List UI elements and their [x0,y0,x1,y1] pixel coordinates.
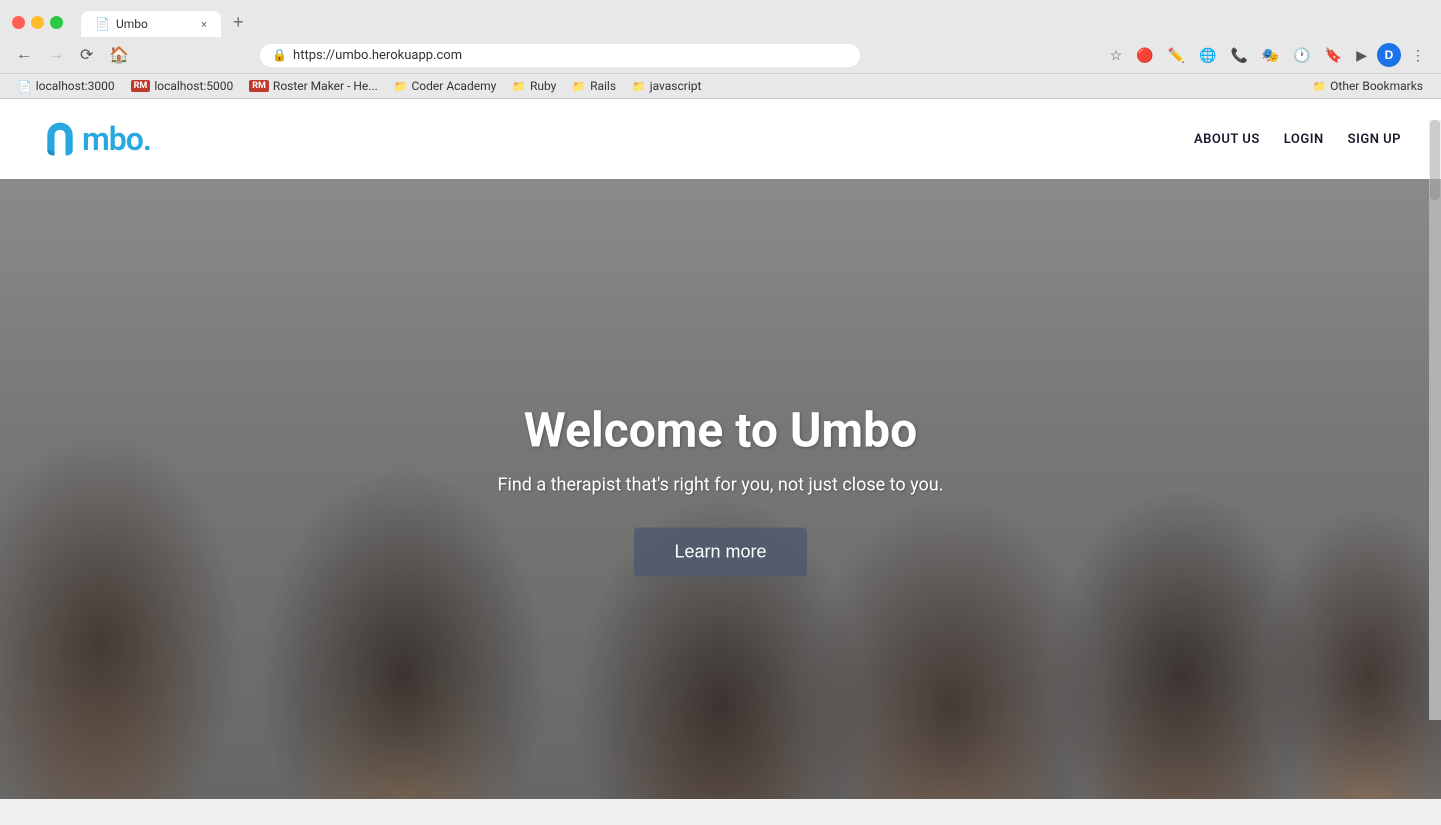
bookmark-label: javascript [650,79,702,93]
bookmark-label: Other Bookmarks [1330,79,1423,93]
folder-icon: 📁 [1312,80,1326,93]
bookmarks-bar: 📄 localhost:3000 RM localhost:5000 RM Ro… [0,73,1441,98]
profile-avatar-button[interactable]: D [1377,43,1401,67]
bookmark-label: Ruby [530,79,556,93]
folder-icon: 📁 [394,80,408,93]
bookmark-label: Roster Maker - He... [273,79,378,93]
logo-icon [40,119,80,159]
title-bar: 📄 Umbo × + [0,0,1441,37]
extension-6-button[interactable]: 🕐 [1289,45,1314,66]
bookmark-label: Coder Academy [411,79,496,93]
login-link[interactable]: LOGIN [1284,132,1324,147]
page-icon: 📄 [18,80,32,93]
extension-7-button[interactable]: 🔖 [1321,45,1346,66]
folder-icon: 📁 [572,80,586,93]
bookmark-label: Rails [590,79,616,93]
new-tab-button[interactable]: + [225,8,252,37]
hero-title: Welcome to Umbo [421,402,1021,459]
address-bar: ← → ⟳ 🏠 🔒 https://umbo.herokuapp.com ☆ 🔴… [0,37,1441,73]
minimize-window-button[interactable] [31,16,44,29]
close-window-button[interactable] [12,16,25,29]
back-button[interactable]: ← [12,44,36,66]
browser-chrome: 📄 Umbo × + ← → ⟳ 🏠 🔒 https://umbo.heroku… [0,0,1441,99]
tab-icon: 📄 [95,17,110,31]
maximize-window-button[interactable] [50,16,63,29]
tab-close-button[interactable]: × [201,18,207,31]
bookmark-label: localhost:3000 [36,79,115,93]
url-bar[interactable]: 🔒 https://umbo.herokuapp.com [260,44,860,67]
bookmark-roster-maker[interactable]: RM Roster Maker - He... [243,77,384,95]
learn-more-button[interactable]: Learn more [634,528,806,577]
site-navigation: mbo. ABOUT US LOGIN SIGN UP [0,99,1441,179]
reload-button[interactable]: ⟳ [76,43,97,67]
hero-subtitle: Find a therapist that's right for you, n… [421,475,1021,496]
forward-button[interactable]: → [44,44,68,66]
active-tab[interactable]: 📄 Umbo × [81,11,221,37]
extension-3-button[interactable]: 🌐 [1195,45,1220,66]
bookmark-ruby[interactable]: 📁 Ruby [506,77,562,95]
bookmark-other[interactable]: 📁 Other Bookmarks [1306,77,1429,95]
rm-badge: RM [249,80,269,92]
extension-1-button[interactable]: 🔴 [1132,45,1157,66]
hero-section: Welcome to Umbo Find a therapist that's … [0,179,1441,799]
browser-actions: ☆ 🔴 ✏️ 🌐 📞 🎭 🕐 🔖 ▶ D ⋮ [1106,43,1429,67]
bookmark-label: localhost:5000 [154,79,233,93]
bookmark-star-button[interactable]: ☆ [1106,45,1127,66]
tab-bar: 📄 Umbo × + [81,8,1429,37]
extension-4-button[interactable]: 📞 [1226,45,1251,66]
sign-up-link[interactable]: SIGN UP [1348,132,1401,147]
menu-button[interactable]: ⋮ [1407,45,1429,66]
window-controls [12,16,63,29]
extension-2-button[interactable]: ✏️ [1164,45,1189,66]
logo-text: mbo. [82,120,151,158]
bookmark-localhost3000[interactable]: 📄 localhost:3000 [12,77,121,95]
bookmark-coder-academy[interactable]: 📁 Coder Academy [388,77,503,95]
home-button[interactable]: 🏠 [105,43,133,67]
rm-badge: RM [131,80,151,92]
extension-5-button[interactable]: 🎭 [1258,45,1283,66]
lock-icon: 🔒 [272,48,287,62]
url-text: https://umbo.herokuapp.com [293,48,462,63]
hero-content: Welcome to Umbo Find a therapist that's … [421,402,1021,577]
folder-icon: 📁 [512,80,526,93]
tab-title: Umbo [116,17,148,31]
folder-icon: 📁 [632,80,646,93]
bookmark-localhost5000[interactable]: RM localhost:5000 [125,77,240,95]
bookmark-javascript[interactable]: 📁 javascript [626,77,707,95]
nav-links: ABOUT US LOGIN SIGN UP [1194,132,1401,147]
site-logo[interactable]: mbo. [40,119,151,159]
website-content: mbo. ABOUT US LOGIN SIGN UP Welcome to U… [0,99,1441,799]
about-us-link[interactable]: ABOUT US [1194,132,1260,147]
bookmark-rails[interactable]: 📁 Rails [566,77,622,95]
extension-8-button[interactable]: ▶ [1352,45,1371,66]
